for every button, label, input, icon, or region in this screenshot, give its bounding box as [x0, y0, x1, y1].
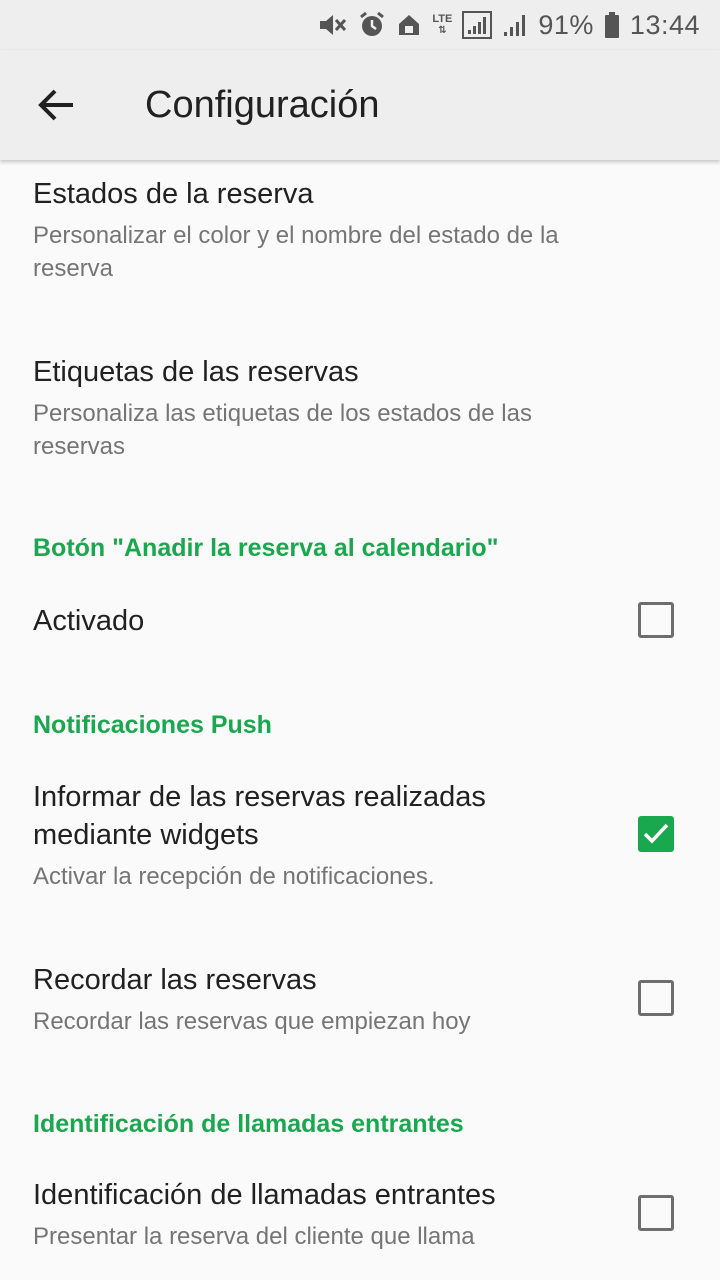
lte-label: LTE — [432, 13, 453, 25]
section-header-push: Notificaciones Push — [33, 711, 272, 739]
informar-checkbox[interactable] — [638, 816, 674, 852]
pref-title: Activado — [33, 605, 145, 637]
alarm-icon — [358, 11, 386, 39]
identificacion-checkbox[interactable] — [638, 1195, 674, 1231]
lte-icon: LTE ⇅ — [432, 13, 453, 37]
recordar-checkbox[interactable] — [638, 980, 674, 1016]
signal-icon — [502, 11, 528, 39]
pref-estados-reserva[interactable]: Estados de la reserva Personalizar el co… — [0, 175, 720, 325]
pref-summary: Recordar las reservas que empiezan hoy — [33, 1008, 471, 1035]
pref-identificacion-llamadas[interactable]: Identificación de llamadas entrantes Pre… — [0, 1176, 720, 1276]
home-icon — [396, 12, 422, 38]
pref-informar-reservas[interactable]: Informar de las reservas realizadas medi… — [0, 778, 720, 908]
pref-title: Etiquetas de las reservas — [33, 356, 359, 388]
activado-checkbox[interactable] — [638, 602, 674, 638]
clock: 13:44 — [629, 9, 700, 40]
status-bar: LTE ⇅ 91% 13:44 — [0, 0, 720, 50]
pref-summary: Activar la recepción de notificaciones. — [33, 863, 435, 890]
pref-summary: Personalizar el color y el nombre del es… — [33, 222, 559, 249]
section-header-calendar: Botón "Anadir la reserva al calendario" — [33, 534, 499, 562]
pref-title: Informar de las reservas realizadas — [33, 781, 486, 813]
back-button[interactable] — [26, 75, 86, 135]
pref-activado[interactable]: Activado — [0, 580, 720, 662]
app-bar: Configuración — [0, 50, 720, 160]
page-title: Configuración — [145, 84, 380, 126]
pref-summary: Personaliza las etiquetas de los estados… — [33, 400, 532, 427]
pref-summary: reserva — [33, 255, 114, 282]
signal-icon — [462, 11, 493, 39]
battery-percent: 91% — [538, 9, 594, 40]
pref-title: Identificación de llamadas entrantes — [33, 1179, 496, 1211]
pref-title: mediante widgets — [33, 819, 259, 851]
pref-recordar-reservas[interactable]: Recordar las reservas Recordar las reser… — [0, 961, 720, 1061]
arrow-left-icon — [38, 89, 73, 121]
check-icon — [643, 823, 669, 844]
pref-title: Estados de la reserva — [33, 178, 314, 210]
pref-etiquetas-reservas[interactable]: Etiquetas de las reservas Personaliza la… — [0, 353, 720, 503]
pref-summary: Presentar la reserva del cliente que lla… — [33, 1223, 475, 1250]
pref-title: Recordar las reservas — [33, 964, 317, 996]
pref-summary: reservas — [33, 433, 126, 460]
mute-icon — [318, 11, 348, 39]
section-header-calls: Identificación de llamadas entrantes — [33, 1110, 464, 1138]
battery-icon — [604, 11, 620, 39]
